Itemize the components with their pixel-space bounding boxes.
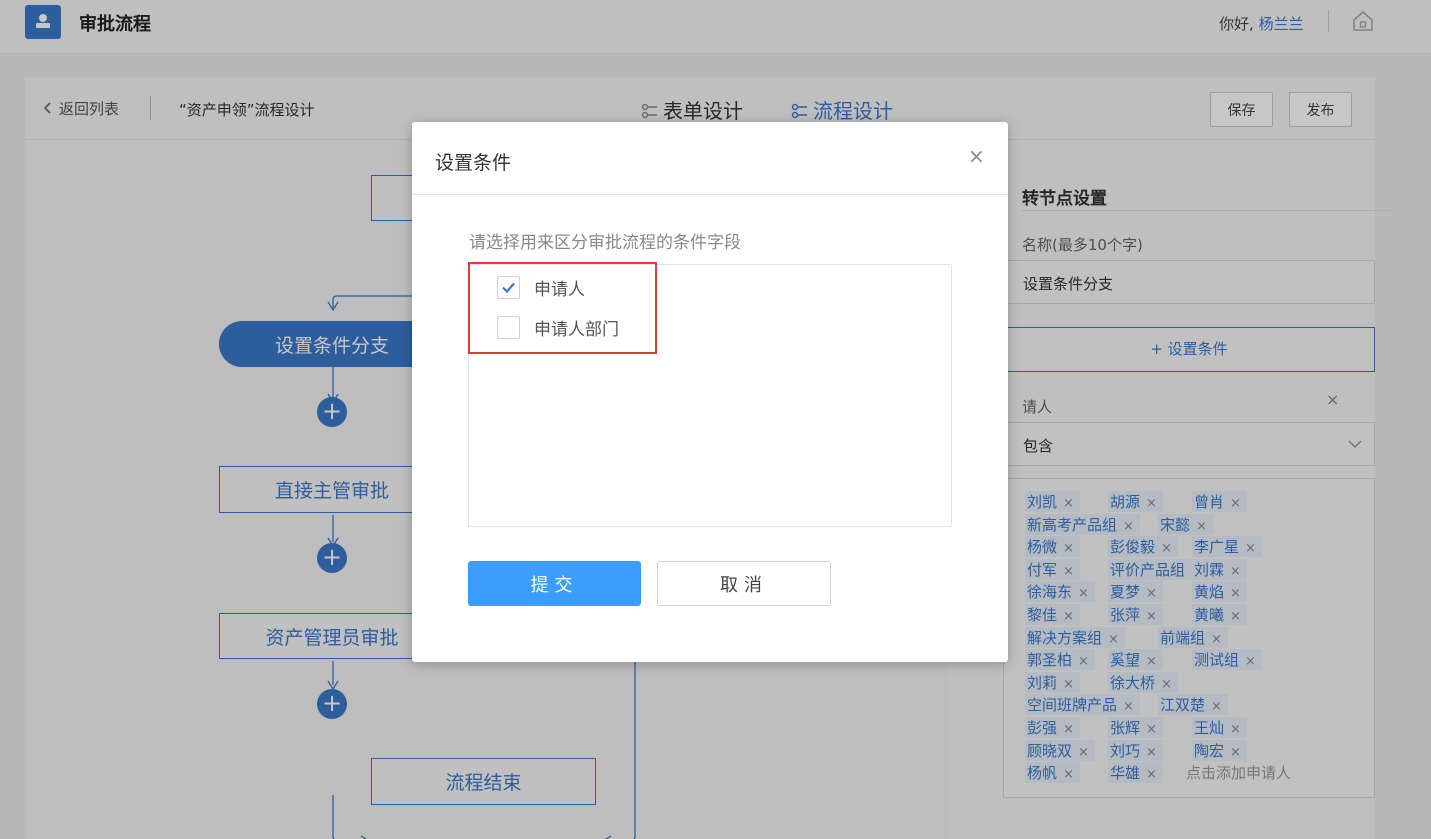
submit-button[interactable]: 提交 [468,561,641,606]
cancel-button[interactable]: 取消 [657,561,831,606]
set-condition-dialog: 设置条件 × 请选择用来区分审批流程的条件字段 申请人 申请人部门 提交 取消 [412,122,1008,662]
divider [412,194,1008,195]
dialog-title: 设置条件 [435,152,512,174]
highlight-box [468,262,657,354]
close-icon[interactable]: × [968,144,985,168]
dialog-prompt: 请选择用来区分审批流程的条件字段 [469,233,741,253]
